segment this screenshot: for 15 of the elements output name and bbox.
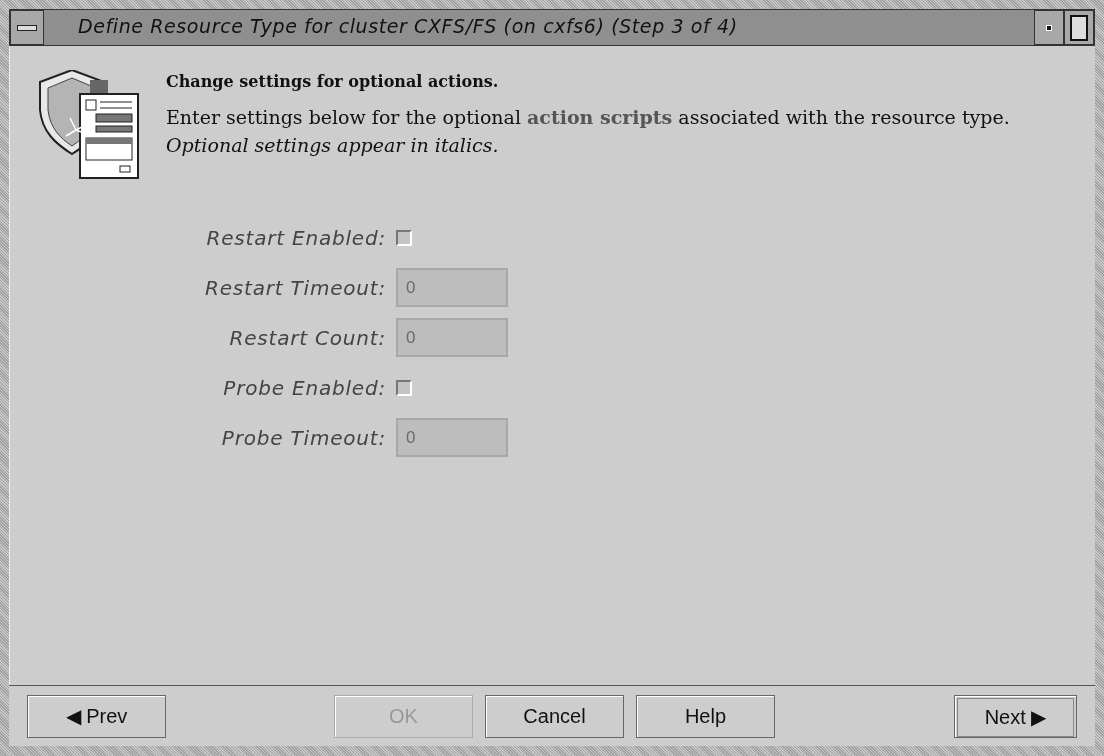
- dialog-button[interactable]: Cancel: [485, 694, 624, 738]
- instructions: Enter settings below for the optional action scripts associated with the resource type. Optional settings appear in italics.: [166, 105, 1011, 158]
- nav-button[interactable]: Next ▶: [954, 694, 1077, 738]
- nav-button[interactable]: ◀ Prev: [27, 694, 166, 738]
- window-title: Define Resource Type for cluster CXFS/FS (on cxfs6) (Step 3 of 4): [77, 14, 739, 39]
- dialog-button[interactable]: Help: [636, 694, 775, 738]
- field-label: Restart Timeout:: [205, 275, 386, 300]
- window-menu-button[interactable]: [10, 10, 44, 45]
- field-label: Restart Count:: [229, 325, 386, 350]
- heading: Change settings for optional actions.: [166, 72, 500, 91]
- field-label: Probe Timeout:: [221, 425, 386, 450]
- minimize-button[interactable]: [1034, 10, 1064, 45]
- field-label: Restart Enabled:: [206, 225, 386, 250]
- field-label: Probe Enabled:: [223, 375, 386, 400]
- maximize-button[interactable]: [1064, 10, 1094, 45]
